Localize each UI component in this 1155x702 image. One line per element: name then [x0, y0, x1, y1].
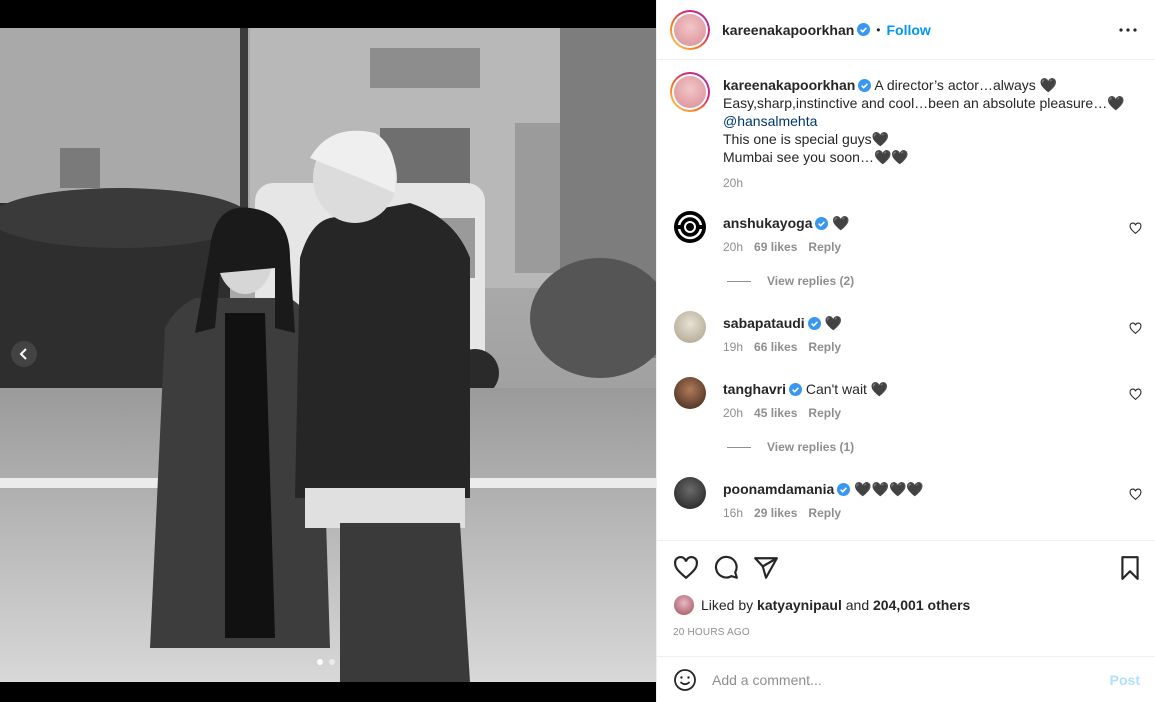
commenter-username[interactable]: sabapataudi	[723, 315, 805, 331]
commenter-username[interactable]: anshukayoga	[723, 215, 812, 231]
bookmark-icon[interactable]	[1117, 555, 1143, 581]
view-replies-button[interactable]: View replies (2)	[727, 274, 854, 288]
reply-button[interactable]: Reply	[808, 340, 841, 354]
emoji-icon[interactable]	[673, 668, 697, 692]
likes-others[interactable]: 204,001 others	[873, 597, 970, 613]
comment-input[interactable]	[712, 671, 1072, 688]
post-caption: kareenakapoorkhan A director’s actor…alw…	[670, 72, 1140, 190]
previous-photo-button[interactable]	[11, 341, 37, 367]
verified-icon	[789, 383, 803, 396]
verified-icon	[857, 23, 871, 36]
comment-time: 16h	[723, 506, 744, 520]
comment-time: 20h	[723, 406, 744, 420]
post-timestamp: 20 HOURS AGO	[673, 627, 750, 638]
caption-line: Mumbai see you soon…🖤🖤	[723, 149, 909, 165]
comment-text: 🖤	[824, 315, 843, 331]
likes-summary: Liked by katyaynipaul and 204,001 others	[674, 595, 970, 615]
heart-icon[interactable]	[1129, 488, 1142, 501]
commenter-username[interactable]: poonamdamania	[723, 481, 834, 497]
heart-icon[interactable]	[673, 555, 699, 581]
caption-line: A director’s actor…always 🖤	[874, 77, 1058, 93]
share-icon[interactable]	[753, 555, 779, 581]
comment-icon[interactable]	[713, 555, 739, 581]
view-replies-button[interactable]: View replies (1)	[727, 440, 854, 454]
reply-button[interactable]: Reply	[808, 240, 841, 254]
liker-username[interactable]: katyaynipaul	[757, 597, 842, 613]
reply-button[interactable]: Reply	[808, 406, 841, 420]
caption-line: This one is special guys🖤	[723, 131, 890, 147]
comment-likes[interactable]: 29 likes	[754, 506, 797, 520]
comment-likes[interactable]: 66 likes	[754, 340, 797, 354]
commenter-avatar[interactable]	[674, 211, 706, 243]
reply-button[interactable]: Reply	[808, 506, 841, 520]
more-icon[interactable]	[1116, 20, 1140, 40]
comment-text: 🖤	[832, 215, 850, 231]
author-avatar[interactable]	[670, 9, 710, 50]
chevron-left-icon	[19, 348, 27, 360]
post-photo[interactable]	[0, 28, 656, 682]
follow-button[interactable]: Follow	[887, 22, 931, 38]
comment-text: 🖤🖤🖤🖤	[854, 481, 924, 497]
verified-icon	[807, 317, 821, 330]
heart-icon[interactable]	[1129, 222, 1142, 235]
separator-bullet: •	[876, 22, 881, 37]
comment-item: anshukayoga 🖤 20h 69 likes Reply	[674, 211, 1144, 254]
post-comment-button[interactable]: Post	[1110, 672, 1140, 688]
verified-icon	[837, 483, 851, 496]
commenter-avatar[interactable]	[674, 377, 706, 409]
post-media	[0, 0, 656, 702]
liker-avatar[interactable]	[674, 595, 694, 615]
post-header: kareenakapoorkhan • Follow	[657, 0, 1155, 60]
heart-icon[interactable]	[1129, 322, 1142, 335]
add-comment-bar: Post	[657, 656, 1155, 702]
verified-icon	[858, 79, 872, 92]
commenter-avatar[interactable]	[674, 311, 706, 343]
post-details-panel: kareenakapoorkhan • Follow kareenakapoor…	[656, 0, 1155, 702]
caption-avatar[interactable]	[670, 72, 710, 112]
caption-mention[interactable]: @hansalmehta	[723, 112, 1125, 130]
commenter-username[interactable]: tanghavri	[723, 381, 786, 397]
heart-icon[interactable]	[1129, 388, 1142, 401]
caption-username[interactable]: kareenakapoorkhan	[723, 77, 855, 93]
comment-item: tanghavri Can't wait 🖤 20h 45 likes Reply	[674, 377, 1144, 420]
comment-item: sabapataudi 🖤 19h 66 likes Reply	[674, 311, 1144, 354]
comment-item: poonamdamania 🖤🖤🖤🖤 16h 29 likes Reply	[674, 477, 1144, 520]
comment-time: 20h	[723, 240, 744, 254]
verified-icon	[815, 217, 829, 230]
comment-likes[interactable]: 69 likes	[754, 240, 797, 254]
comment-text: Can't wait 🖤	[805, 381, 889, 397]
liked-by-and: and	[845, 597, 870, 613]
liked-by-prefix: Liked by	[701, 597, 754, 613]
caption-line: Easy,sharp,instinctive and cool…been an …	[723, 95, 1125, 111]
comment-likes[interactable]: 45 likes	[754, 406, 797, 420]
author-username[interactable]: kareenakapoorkhan	[722, 22, 854, 38]
commenter-avatar[interactable]	[674, 477, 706, 509]
comment-time: 19h	[723, 340, 744, 354]
caption-time: 20h	[723, 176, 744, 190]
